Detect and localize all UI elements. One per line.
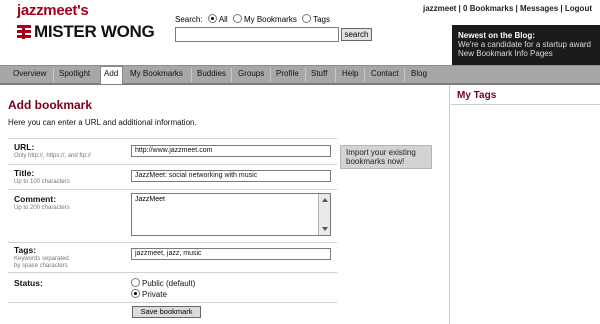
- bookmarks-count-link[interactable]: 0 Bookmarks: [463, 4, 513, 13]
- status-private-option[interactable]: Private: [128, 289, 167, 299]
- comment-text: JazzMeet: [135, 196, 165, 203]
- nav-overview[interactable]: Overview: [13, 69, 46, 78]
- nav-buddies[interactable]: Buddies: [197, 69, 226, 78]
- title-label: Title:: [14, 168, 35, 178]
- comment-scrollbar[interactable]: [318, 194, 330, 235]
- blog-title: Newest on the Blog:: [458, 31, 535, 40]
- form-divider: [8, 189, 337, 190]
- nav-blog[interactable]: Blog: [411, 69, 427, 78]
- my-tags-divider: [451, 104, 600, 105]
- search-label: Search:: [175, 15, 203, 24]
- nav-stuff[interactable]: Stuff: [311, 69, 327, 78]
- user-link[interactable]: jazzmeet: [423, 4, 456, 13]
- page-intro: Here you can enter a URL and additional …: [8, 118, 197, 127]
- search-scope: Search: All My Bookmarks Tags: [175, 14, 330, 24]
- comment-hint: Up to 200 characters: [14, 205, 70, 211]
- tags-hint-line1: Keywords separated: [14, 256, 69, 262]
- title-hint: Up to 100 characters: [14, 179, 70, 185]
- status-label: Status:: [14, 278, 43, 288]
- form-divider: [8, 302, 337, 303]
- logo[interactable]: MISTER WONG: [17, 22, 155, 42]
- nav-help[interactable]: Help: [342, 69, 358, 78]
- search-scope-all-label[interactable]: All: [219, 15, 228, 24]
- status-public-radio[interactable]: [131, 278, 140, 287]
- top-links: jazzmeet | 0 Bookmarks | Messages | Logo…: [422, 4, 592, 13]
- import-bookmarks-button[interactable]: Import your existing bookmarks now!: [340, 145, 432, 169]
- logo-username[interactable]: jazzmeet's: [17, 2, 89, 19]
- blog-link-startup-award[interactable]: We're a candidate for a startup award: [458, 40, 594, 49]
- title-input[interactable]: JazzMeet: social networking with music: [131, 170, 331, 182]
- nav-add[interactable]: Add: [104, 69, 118, 78]
- search-input[interactable]: [175, 27, 339, 42]
- url-hint: Only http://, https://, and ftp://: [14, 153, 92, 159]
- main-nav: Overview Spotlight Add My Bookmarks Budd…: [0, 65, 600, 85]
- messages-link[interactable]: Messages: [520, 4, 558, 13]
- form-divider: [8, 138, 337, 139]
- tags-label: Tags:: [14, 245, 37, 255]
- nav-my-bookmarks[interactable]: My Bookmarks: [130, 69, 183, 78]
- status-public-label[interactable]: Public (default): [142, 279, 195, 288]
- sidebar-divider: [449, 85, 450, 324]
- search-scope-all-radio[interactable]: [207, 14, 217, 23]
- logo-brand-text: MISTER WONG: [34, 22, 155, 41]
- scroll-up-icon[interactable]: [322, 198, 328, 202]
- status-private-radio[interactable]: [131, 289, 140, 298]
- save-bookmark-button[interactable]: Save bookmark: [132, 306, 201, 318]
- url-input[interactable]: http://www.jazzmeet.com: [131, 145, 331, 157]
- search-scope-bookmarks-radio[interactable]: [232, 14, 242, 23]
- form-divider: [8, 272, 337, 273]
- search-button[interactable]: search: [341, 28, 372, 41]
- my-tags-heading: My Tags: [457, 90, 497, 101]
- search-scope-tags-label[interactable]: Tags: [313, 15, 330, 24]
- form-divider: [8, 242, 337, 243]
- url-label: URL:: [14, 142, 35, 152]
- scroll-down-icon[interactable]: [322, 227, 328, 231]
- blog-link-bookmark-info[interactable]: New Bookmark Info Pages: [458, 49, 594, 58]
- status-private-label[interactable]: Private: [142, 290, 167, 299]
- nav-profile[interactable]: Profile: [276, 69, 299, 78]
- tags-input[interactable]: jazzmeet, jazz, music: [131, 248, 331, 260]
- page-title: Add bookmark: [8, 98, 93, 112]
- blog-box: Newest on the Blog: We're a candidate fo…: [452, 25, 600, 65]
- comment-textarea[interactable]: JazzMeet: [131, 193, 331, 236]
- nav-groups[interactable]: Groups: [238, 69, 264, 78]
- logout-link[interactable]: Logout: [565, 4, 592, 13]
- search-scope-bookmarks-label[interactable]: My Bookmarks: [244, 15, 297, 24]
- comment-label: Comment:: [14, 194, 57, 204]
- nav-spotlight[interactable]: Spotlight: [59, 69, 90, 78]
- status-public-option[interactable]: Public (default): [128, 278, 195, 288]
- search-scope-tags-radio[interactable]: [302, 14, 312, 23]
- logo-mark-icon: [17, 25, 31, 39]
- tags-hint-line2: by space characters: [14, 263, 68, 269]
- form-divider: [8, 164, 337, 165]
- nav-contact[interactable]: Contact: [371, 69, 399, 78]
